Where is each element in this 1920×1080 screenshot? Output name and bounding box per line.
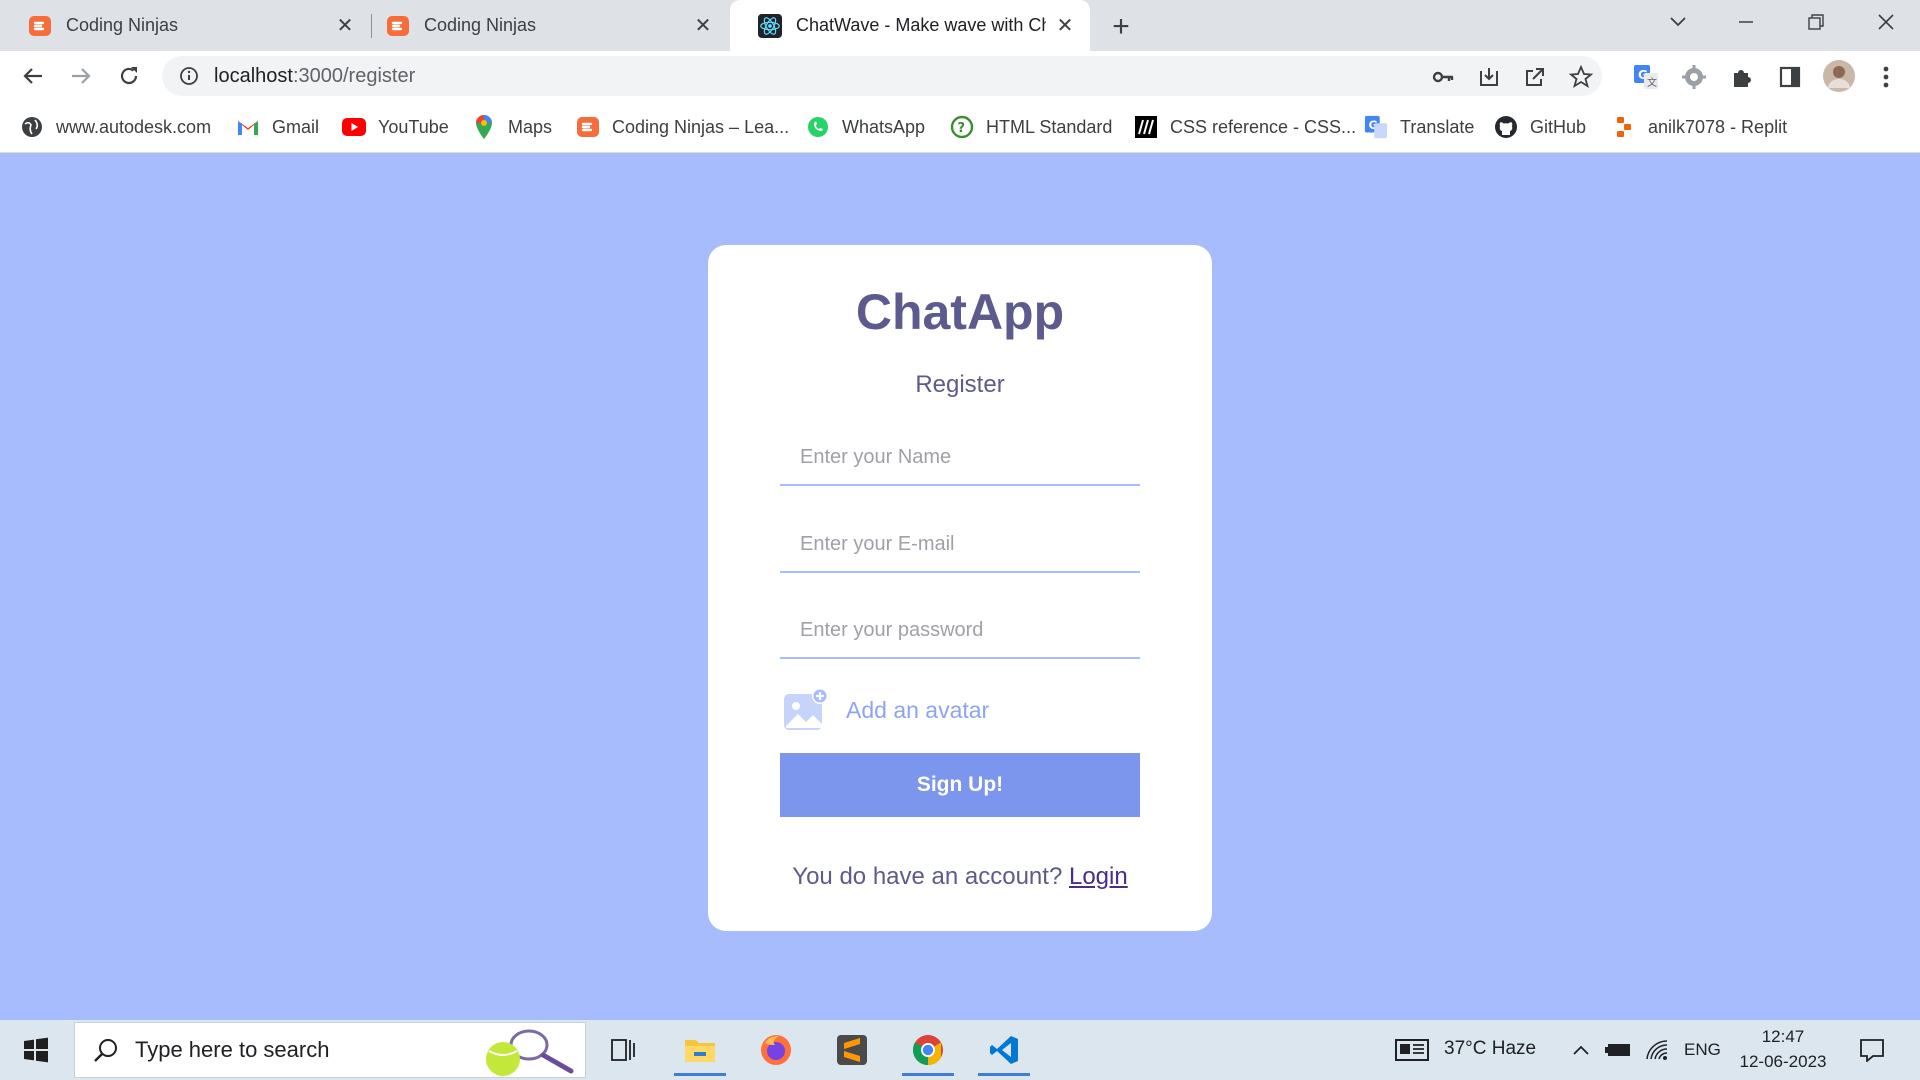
- add-image-icon: [782, 686, 830, 734]
- settings-gear-extension-icon[interactable]: [1680, 63, 1708, 91]
- tab-title: Coding Ninjas: [66, 15, 179, 35]
- notification-icon[interactable]: [1852, 1020, 1892, 1080]
- search-icon: [91, 1035, 121, 1065]
- wifi-icon[interactable]: [1640, 1020, 1674, 1080]
- extensions-puzzle-icon[interactable]: [1728, 63, 1756, 91]
- clock-time: 12:47: [1761, 1027, 1805, 1046]
- browser-toolbar: localhost:3000/register G文: [0, 51, 1920, 101]
- bookmark-github[interactable]: GitHub: [1494, 113, 1586, 141]
- name-input[interactable]: [780, 430, 1140, 486]
- translate-icon: G: [1364, 115, 1388, 139]
- bookmark-youtube[interactable]: YouTube: [342, 113, 449, 141]
- bookmark-coding-ninjas[interactable]: Coding Ninjas – Lea...: [576, 113, 789, 141]
- share-icon[interactable]: [1522, 64, 1548, 90]
- maps-icon: [472, 115, 496, 139]
- firefox-icon[interactable]: [746, 1024, 806, 1076]
- back-arrow-icon[interactable]: [16, 59, 50, 93]
- html-standard-icon: ?: [950, 115, 974, 139]
- weather-text[interactable]: 37°C Haze: [1444, 1038, 1536, 1060]
- restore-icon[interactable]: [1786, 0, 1846, 44]
- news-widget-icon[interactable]: [1392, 1020, 1432, 1080]
- email-input[interactable]: [780, 517, 1140, 573]
- tennis-racket-icon: [477, 1025, 577, 1077]
- clock-date: 12-06-2023: [1739, 1052, 1827, 1071]
- bookmarks-bar: www.autodesk.com Gmail YouTube Maps Codi…: [0, 101, 1920, 153]
- react-icon: [758, 13, 782, 38]
- vscode-icon[interactable]: [974, 1024, 1034, 1076]
- task-view-icon[interactable]: [594, 1024, 654, 1076]
- whatsapp-icon: [806, 115, 830, 139]
- windows-taskbar: Type here to search 37°C Haze ENG 12:47 …: [0, 1020, 1920, 1080]
- chrome-menu-icon[interactable]: [1872, 63, 1900, 91]
- bookmark-star-icon[interactable]: [1568, 64, 1594, 90]
- language-indicator[interactable]: ENG: [1684, 1040, 1721, 1060]
- sublime-text-icon[interactable]: [822, 1024, 882, 1076]
- login-prompt: You do have an account? Login: [792, 863, 1128, 890]
- windows-start-icon[interactable]: [12, 1020, 60, 1080]
- profile-avatar[interactable]: [1822, 59, 1856, 93]
- url-text: localhost:3000/register: [214, 64, 416, 87]
- page-viewport: ChatApp Register Add an avatar Sign Up! …: [0, 154, 1920, 1020]
- tab-search-icon[interactable]: [1648, 0, 1708, 44]
- bookmark-autodesk[interactable]: www.autodesk.com: [20, 113, 211, 141]
- taskbar-clock[interactable]: 12:47 12-06-2023: [1735, 1024, 1831, 1074]
- app-logo: ChatApp: [855, 284, 1065, 340]
- form-title: Register: [915, 371, 1005, 398]
- chrome-icon[interactable]: [898, 1024, 958, 1076]
- add-avatar-button[interactable]: Add an avatar: [780, 685, 989, 735]
- chevron-up-icon[interactable]: [1566, 1020, 1596, 1080]
- add-avatar-label: Add an avatar: [846, 696, 990, 723]
- tab-strip: Coding Ninjas ✕ Coding Ninjas ✕ ChatWave…: [0, 0, 1920, 51]
- tab-title: ChatWave - Make wave with Cha: [796, 15, 1046, 35]
- bookmark-css-reference[interactable]: CSS reference - CSS...: [1134, 113, 1356, 141]
- sign-up-button[interactable]: Sign Up!: [780, 753, 1140, 817]
- google-translate-extension-icon[interactable]: G文: [1632, 63, 1660, 91]
- svg-text:文: 文: [1647, 76, 1657, 89]
- register-card: ChatApp Register Add an avatar Sign Up! …: [708, 245, 1212, 931]
- close-tab-icon[interactable]: ✕: [334, 15, 356, 37]
- tab-coding-ninjas-1[interactable]: Coding Ninjas ✕: [0, 0, 370, 51]
- replit-icon: [1612, 115, 1636, 139]
- bookmark-translate[interactable]: G Translate: [1364, 113, 1474, 141]
- new-tab-button[interactable]: +: [1104, 10, 1138, 44]
- youtube-icon: [342, 115, 366, 139]
- bookmark-maps[interactable]: Maps: [472, 113, 552, 141]
- github-icon: [1494, 115, 1518, 139]
- tab-coding-ninjas-2[interactable]: Coding Ninjas ✕: [358, 0, 728, 51]
- install-icon[interactable]: [1476, 64, 1502, 90]
- mdn-icon: [1134, 115, 1158, 139]
- bookmark-html-standard[interactable]: ? HTML Standard: [950, 113, 1112, 141]
- close-window-icon[interactable]: [1856, 0, 1916, 44]
- reload-icon[interactable]: [112, 59, 146, 93]
- gmail-icon: [236, 115, 260, 139]
- coding-ninjas-icon: [576, 115, 600, 139]
- tab-title: Coding Ninjas: [424, 15, 537, 35]
- bookmark-gmail[interactable]: Gmail: [236, 113, 319, 141]
- login-link[interactable]: Login: [1069, 863, 1128, 890]
- password-input[interactable]: [780, 603, 1140, 659]
- bookmark-replit[interactable]: anilk7078 - Replit: [1612, 113, 1787, 141]
- battery-icon[interactable]: [1602, 1020, 1636, 1080]
- key-icon[interactable]: [1430, 64, 1456, 90]
- file-explorer-icon[interactable]: [670, 1024, 730, 1076]
- site-info-icon[interactable]: [178, 65, 200, 87]
- forward-arrow-icon[interactable]: [64, 59, 98, 93]
- tab-chatwave[interactable]: ChatWave - Make wave with Cha ✕: [730, 0, 1090, 51]
- globe-icon: [20, 115, 44, 139]
- bookmark-whatsapp[interactable]: WhatsApp: [806, 113, 925, 141]
- taskbar-search-box[interactable]: Type here to search: [74, 1022, 586, 1078]
- side-panel-icon[interactable]: [1776, 63, 1804, 91]
- close-tab-icon[interactable]: ✕: [1054, 15, 1076, 37]
- coding-ninjas-icon: [386, 14, 410, 38]
- coding-ninjas-icon: [28, 14, 52, 38]
- address-bar[interactable]: localhost:3000/register: [162, 56, 1602, 96]
- minimize-icon[interactable]: [1716, 0, 1776, 44]
- svg-text:?: ?: [958, 121, 966, 136]
- close-tab-icon[interactable]: ✕: [692, 15, 714, 37]
